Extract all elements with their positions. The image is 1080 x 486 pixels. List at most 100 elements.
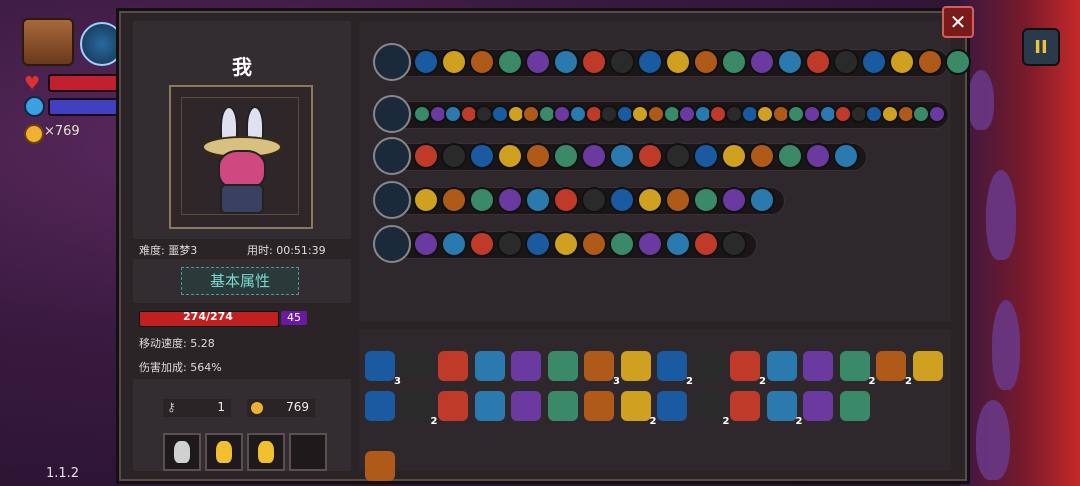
spell-icon[interactable]	[469, 231, 495, 257]
spell-icon[interactable]	[889, 49, 915, 75]
spell-icon[interactable]	[721, 143, 747, 169]
wand-icon[interactable]	[373, 225, 411, 263]
spell-icon[interactable]	[525, 187, 551, 213]
spell-icon[interactable]	[833, 49, 859, 75]
inventory-item-icon[interactable]: 3	[365, 351, 401, 387]
inventory-item-icon[interactable]: 2	[620, 391, 657, 427]
spell-icon[interactable]	[525, 49, 551, 75]
inventory-item-icon[interactable]	[511, 351, 541, 381]
inventory-item-icon[interactable]: 2	[839, 351, 876, 387]
spell-icon[interactable]	[693, 143, 719, 169]
inventory-item-icon[interactable]	[766, 351, 797, 381]
spell-icon[interactable]	[721, 231, 747, 257]
inventory-item-icon[interactable]	[730, 391, 760, 421]
chest-slot-icon[interactable]	[373, 43, 411, 81]
spell-icon[interactable]	[553, 49, 579, 75]
inventory-item-icon[interactable]: 2	[693, 391, 730, 427]
inventory-item-icon[interactable]	[474, 351, 505, 381]
inventory-item-icon[interactable]	[803, 391, 833, 421]
inventory-item-icon[interactable]	[511, 391, 541, 421]
spell-icon[interactable]	[637, 143, 663, 169]
spell-icon[interactable]	[665, 49, 691, 75]
inventory-item-icon[interactable]	[547, 391, 578, 421]
wand-icon[interactable]	[373, 181, 411, 219]
spell-icon[interactable]	[497, 187, 523, 213]
spell-icon[interactable]	[693, 187, 719, 213]
inventory-item-icon[interactable]	[438, 391, 468, 421]
spell-icon[interactable]	[749, 187, 775, 213]
spell-icon[interactable]	[413, 49, 439, 75]
spell-icon[interactable]	[581, 231, 607, 257]
spell-icon[interactable]	[469, 143, 495, 169]
spell-icon[interactable]	[721, 187, 747, 213]
spell-icon[interactable]	[553, 231, 579, 257]
spell-icon[interactable]	[469, 49, 495, 75]
spell-icon[interactable]	[581, 49, 607, 75]
inventory-item-icon[interactable]: 2	[766, 391, 803, 427]
spell-icon[interactable]	[945, 49, 971, 75]
inventory-item-icon[interactable]	[912, 351, 943, 381]
inventory-item-icon[interactable]: 2	[657, 351, 693, 387]
close-button[interactable]: ✕	[942, 6, 974, 38]
spell-icon[interactable]	[721, 49, 747, 75]
spell-icon[interactable]	[581, 187, 607, 213]
inventory-item-icon[interactable]	[620, 351, 651, 381]
inventory-item-icon[interactable]: 2	[730, 351, 766, 387]
spell-icon[interactable]	[637, 231, 663, 257]
spell-icon[interactable]	[777, 143, 803, 169]
potion-slot[interactable]	[163, 433, 201, 471]
spell-icon[interactable]	[665, 231, 691, 257]
empty-slot[interactable]	[289, 433, 327, 471]
spell-icon[interactable]	[525, 143, 551, 169]
spell-icon[interactable]	[469, 187, 495, 213]
spell-icon[interactable]	[553, 187, 579, 213]
spell-icon[interactable]	[413, 143, 439, 169]
potion-slot[interactable]	[205, 433, 243, 471]
inventory-item-icon[interactable]	[401, 351, 432, 381]
inventory-item-icon[interactable]	[474, 391, 505, 421]
inventory-item-icon[interactable]	[365, 451, 395, 481]
spell-icon[interactable]	[581, 143, 607, 169]
spell-icon[interactable]	[749, 49, 775, 75]
inventory-item-icon[interactable]: 2	[401, 391, 438, 427]
spell-icon[interactable]	[525, 231, 551, 257]
inventory-item-icon[interactable]	[438, 351, 468, 381]
spell-icon[interactable]	[637, 187, 663, 213]
spell-icon[interactable]	[609, 49, 635, 75]
spell-icon[interactable]	[749, 143, 775, 169]
spell-icon[interactable]	[927, 105, 946, 123]
spell-icon[interactable]	[609, 187, 635, 213]
spell-icon[interactable]	[637, 49, 663, 75]
spell-icon[interactable]	[693, 231, 719, 257]
inventory-chest-icon[interactable]	[22, 18, 74, 66]
spell-icon[interactable]	[441, 49, 467, 75]
spell-icon[interactable]	[777, 49, 803, 75]
spell-icon[interactable]	[917, 49, 943, 75]
spell-icon[interactable]	[833, 143, 859, 169]
spell-icon[interactable]	[413, 187, 439, 213]
pause-button[interactable]: II	[1022, 28, 1060, 66]
spell-icon[interactable]	[441, 143, 467, 169]
inventory-item-icon[interactable]	[657, 391, 687, 421]
spell-icon[interactable]	[861, 49, 887, 75]
spell-icon[interactable]	[441, 187, 467, 213]
inventory-item-icon[interactable]: 2	[876, 351, 912, 387]
spell-icon[interactable]	[497, 143, 523, 169]
wand-icon[interactable]	[373, 95, 411, 133]
inventory-item-icon[interactable]	[547, 351, 578, 381]
spell-icon[interactable]	[497, 49, 523, 75]
spell-icon[interactable]	[413, 231, 439, 257]
inventory-item-icon[interactable]	[365, 391, 395, 421]
potion-slot[interactable]	[247, 433, 285, 471]
inventory-item-icon[interactable]	[839, 391, 870, 421]
spell-icon[interactable]	[665, 187, 691, 213]
spell-icon[interactable]	[805, 143, 831, 169]
inventory-item-icon[interactable]: 3	[584, 351, 620, 387]
spell-icon[interactable]	[441, 231, 467, 257]
spell-icon[interactable]	[609, 143, 635, 169]
inventory-item-icon[interactable]	[803, 351, 833, 381]
spell-icon[interactable]	[665, 143, 691, 169]
wand-icon[interactable]	[373, 137, 411, 175]
basic-attributes-tab[interactable]: 基本属性	[181, 267, 299, 295]
spell-icon[interactable]	[693, 49, 719, 75]
